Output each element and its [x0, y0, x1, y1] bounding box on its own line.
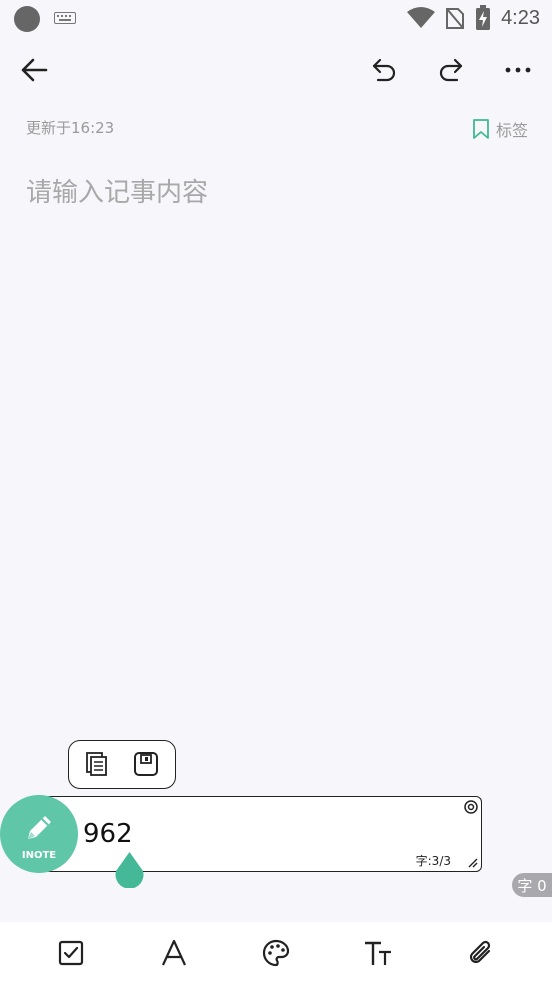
inote-label: INOTE	[21, 850, 57, 861]
undo-icon	[372, 58, 396, 82]
settings-icon[interactable]	[463, 799, 479, 815]
inote-logo[interactable]: INOTE	[0, 795, 78, 873]
palette-icon	[262, 939, 290, 967]
floating-input-text[interactable]: 962	[83, 819, 133, 849]
more-icon	[505, 67, 531, 73]
battery-charging-icon	[476, 5, 491, 30]
note-content-input[interactable]: 请输入记事内容	[26, 172, 208, 209]
resize-handle-icon[interactable]	[466, 856, 478, 868]
save-icon	[134, 752, 158, 776]
back-arrow-icon	[21, 58, 48, 82]
updated-time: 更新于16:23	[26, 119, 115, 137]
checklist-button[interactable]	[54, 936, 88, 970]
copy-button[interactable]	[83, 751, 111, 779]
font-icon	[162, 939, 186, 966]
status-time: 4:23	[501, 6, 540, 29]
more-button[interactable]	[496, 48, 540, 92]
copy-icon	[86, 752, 107, 776]
checkbox-icon	[58, 940, 84, 966]
save-button[interactable]	[133, 751, 161, 779]
attachment-button[interactable]	[464, 936, 498, 970]
app-bar	[0, 40, 552, 100]
font-button[interactable]	[157, 936, 191, 970]
keyboard-icon	[54, 12, 76, 24]
back-button[interactable]	[12, 48, 56, 92]
floating-mini-toolbar	[68, 740, 176, 789]
status-indicator-icon	[14, 6, 40, 32]
text-size-icon	[365, 941, 391, 965]
redo-button[interactable]	[429, 48, 473, 92]
palette-button[interactable]	[259, 936, 293, 970]
undo-button[interactable]	[362, 48, 406, 92]
word-count-badge: 字 0	[512, 873, 552, 897]
tag-label: 标签	[495, 121, 528, 140]
status-bar: 4:23	[0, 0, 552, 36]
attachment-icon	[469, 940, 491, 964]
wifi-icon	[407, 7, 436, 28]
no-sim-icon	[446, 8, 465, 29]
tag-button[interactable]: 标签	[472, 117, 528, 141]
drag-handle-icon[interactable]	[114, 852, 145, 888]
floating-word-count: 字:3/3	[415, 854, 451, 868]
floating-input-box[interactable]: 962 字:3/3	[40, 796, 482, 872]
bookmark-icon	[473, 119, 489, 139]
bottom-toolbar	[0, 922, 552, 983]
pencil-icon	[28, 816, 51, 839]
text-size-button[interactable]	[361, 936, 395, 970]
redo-icon	[439, 58, 463, 82]
meta-row: 更新于16:23 标签	[26, 117, 528, 141]
